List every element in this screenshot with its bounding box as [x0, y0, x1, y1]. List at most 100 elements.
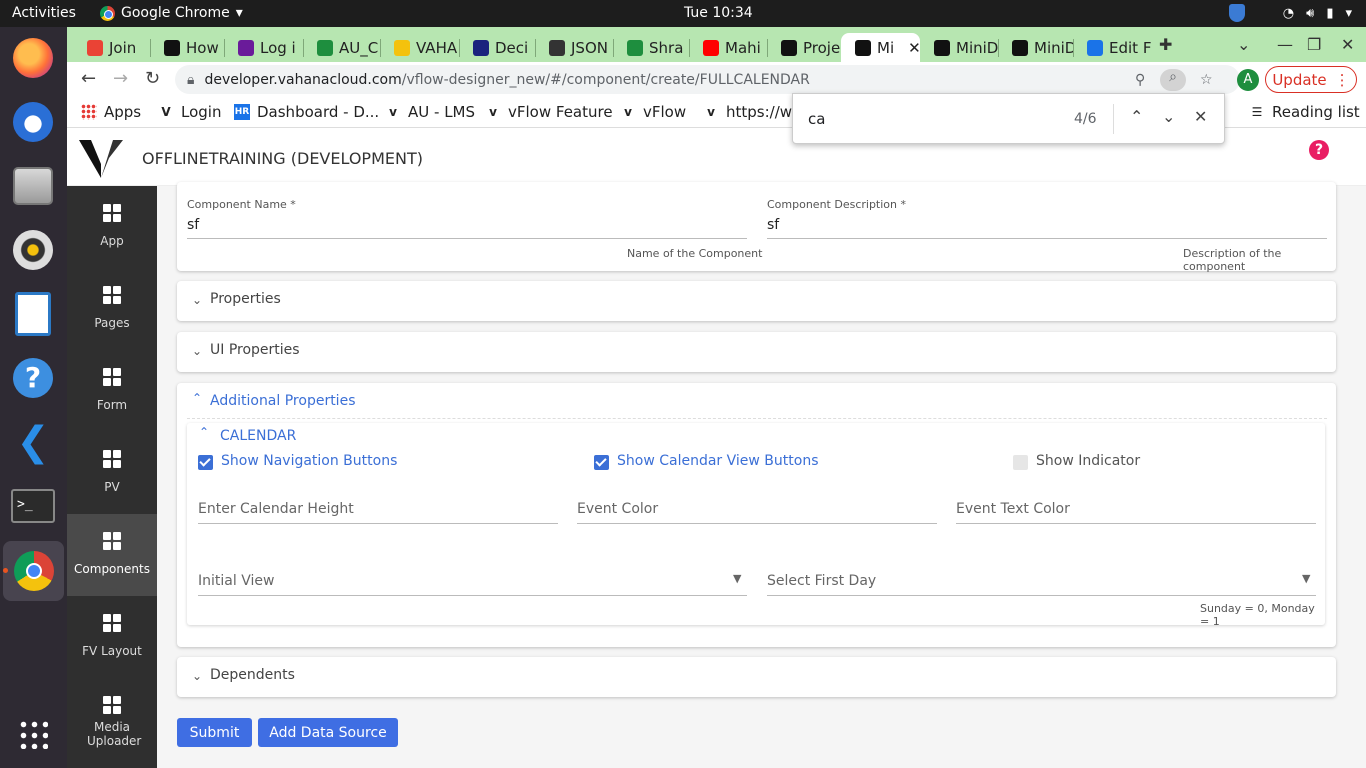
nav-item-form[interactable]: Form: [67, 350, 157, 432]
bookmark-label: vFlow: [643, 103, 687, 121]
edit-icon: [1087, 39, 1103, 56]
thunderbird-launcher[interactable]: [10, 99, 56, 145]
show-nav-buttons-label[interactable]: Show Navigation Buttons: [221, 453, 397, 469]
browser-tab[interactable]: Deci: [459, 33, 535, 62]
update-button[interactable]: Update ⋮: [1265, 66, 1357, 93]
dropdown-arrow-icon[interactable]: ▼: [1302, 572, 1310, 585]
show-view-buttons-checkbox[interactable]: [594, 455, 609, 470]
update-label: Update: [1272, 70, 1327, 89]
browser-tab[interactable]: Proje: [767, 33, 841, 62]
chrome-launcher[interactable]: [3, 541, 64, 601]
browser-tab-label: Shra: [649, 38, 684, 57]
show-view-buttons-label[interactable]: Show Calendar View Buttons: [617, 453, 819, 469]
submit-button[interactable]: Submit: [177, 718, 252, 747]
browser-tab[interactable]: AU_C: [303, 33, 380, 62]
dependents-panel[interactable]: ⌄ Dependents: [177, 657, 1336, 697]
chevron-down-icon[interactable]: ⌄: [1162, 107, 1175, 126]
nav-item-pages[interactable]: Pages: [67, 268, 157, 350]
help-icon[interactable]: ?: [1309, 140, 1329, 160]
properties-panel[interactable]: ⌄ Properties: [177, 281, 1336, 321]
nav-item-components[interactable]: Components: [67, 514, 157, 596]
browser-tab[interactable]: Mahi: [689, 33, 767, 62]
additional-properties-title[interactable]: Additional Properties: [210, 393, 355, 409]
tab-search-icon[interactable]: ⌄: [1237, 35, 1250, 54]
browser-tab[interactable]: MiniD: [998, 33, 1073, 62]
browser-tab[interactable]: Shra: [613, 33, 689, 62]
back-icon[interactable]: ←: [81, 68, 96, 89]
browser-tab[interactable]: Log i: [224, 33, 303, 62]
files-launcher[interactable]: [10, 163, 56, 209]
browser-tab[interactable]: Join: [73, 33, 150, 62]
component-desc-field[interactable]: sf: [767, 217, 779, 233]
browser-tab[interactable]: MiniD: [920, 33, 998, 62]
bookmark-au-lms[interactable]: v AU - LMS: [385, 103, 475, 121]
browser-tab-label: JSON: [571, 38, 608, 57]
find-bar: ca 4/6 ⌃ ⌄ ✕: [792, 93, 1225, 144]
bookmark-dashboard[interactable]: HR Dashboard - D...: [234, 103, 379, 121]
dropdown-arrow-icon[interactable]: ▼: [733, 572, 741, 585]
initial-view-select[interactable]: Initial View: [198, 573, 274, 589]
find-icon[interactable]: ⌕: [1160, 68, 1186, 91]
nav-item-app[interactable]: App: [67, 186, 157, 268]
bookmark-login[interactable]: V Login: [158, 103, 221, 121]
vscode-launcher[interactable]: ❮: [10, 419, 56, 465]
browser-tab[interactable]: Edit F: [1073, 33, 1155, 62]
shield-icon[interactable]: [1228, 4, 1245, 22]
main-content: Component Name * sf Name of the Componen…: [157, 182, 1366, 768]
bookmark-apps[interactable]: Apps: [81, 103, 141, 121]
nav-item-media-uploader[interactable]: Media Uploader: [67, 678, 157, 760]
minimize-icon[interactable]: —: [1277, 35, 1293, 54]
rhythmbox-launcher[interactable]: [10, 227, 56, 273]
clock[interactable]: Tue 10:34: [684, 5, 753, 21]
grid-icon: [103, 614, 121, 632]
show-apps-button[interactable]: [10, 711, 56, 757]
address-bar[interactable]: 🔒︎ developer.vahanacloud.com /vflow-desi…: [175, 65, 1240, 94]
browser-tab[interactable]: JSON: [535, 33, 613, 62]
event-color-input[interactable]: Event Color: [577, 501, 658, 517]
log-icon: [238, 39, 254, 56]
browser-toolbar: ← → ↻ 🔒︎ developer.vahanacloud.com /vflo…: [67, 62, 1366, 96]
new-tab-button[interactable]: ✚: [1159, 35, 1172, 54]
close-tab-icon[interactable]: ✕: [908, 39, 920, 57]
profile-avatar[interactable]: A: [1237, 69, 1259, 91]
reload-icon[interactable]: ↻: [145, 68, 160, 89]
component-name-field[interactable]: sf: [187, 217, 199, 233]
bookmark-vflow[interactable]: v vFlow: [620, 103, 686, 121]
activities-button[interactable]: Activities: [12, 5, 76, 21]
dependents-title: Dependents: [210, 667, 295, 683]
forward-icon[interactable]: →: [113, 68, 128, 89]
component-info-card: Component Name * sf Name of the Componen…: [177, 182, 1336, 273]
calendar-title[interactable]: CALENDAR: [220, 428, 296, 444]
firefox-launcher[interactable]: [10, 35, 56, 81]
ui-properties-panel[interactable]: ⌄ UI Properties: [177, 332, 1336, 372]
close-icon[interactable]: ✕: [1194, 107, 1207, 126]
browser-tab[interactable]: How: [150, 33, 224, 62]
show-indicator-label[interactable]: Show Indicator: [1036, 453, 1140, 469]
calendar-height-input[interactable]: Enter Calendar Height: [198, 501, 354, 517]
writer-launcher[interactable]: [10, 291, 56, 337]
location-icon[interactable]: ⚲: [1135, 72, 1145, 88]
browser-tab[interactable]: VAHA: [380, 33, 459, 62]
app-menu[interactable]: Google Chrome ▾: [100, 5, 243, 21]
show-nav-buttons-checkbox[interactable]: [198, 455, 213, 470]
browser-tab[interactable]: Mi ✕: [841, 33, 920, 62]
show-indicator-checkbox[interactable]: [1013, 455, 1028, 470]
help-launcher[interactable]: ?: [10, 355, 56, 401]
chevron-up-icon[interactable]: ⌃: [192, 391, 202, 405]
bookmark-star-icon[interactable]: ☆: [1200, 72, 1213, 88]
nav-item-fv-layout[interactable]: FV Layout: [67, 596, 157, 678]
add-data-source-button[interactable]: Add Data Source: [258, 718, 398, 747]
system-tray[interactable]: ◔ 🔊︎ ▮ ▾: [1228, 4, 1352, 22]
first-day-select[interactable]: Select First Day: [767, 573, 876, 589]
close-window-icon[interactable]: ✕: [1341, 35, 1354, 54]
nav-item-pv[interactable]: PV: [67, 432, 157, 514]
find-input[interactable]: ca: [808, 110, 825, 128]
reading-list[interactable]: ☰ Reading list: [1249, 103, 1360, 121]
chevron-up-icon[interactable]: ⌃: [199, 425, 209, 439]
maximize-icon[interactable]: ❐: [1307, 35, 1321, 54]
chevron-up-icon[interactable]: ⌃: [1130, 107, 1143, 126]
terminal-launcher[interactable]: >_: [10, 483, 56, 529]
event-text-color-input[interactable]: Event Text Color: [956, 501, 1070, 517]
bookmark-https[interactable]: v https://w: [703, 103, 792, 121]
bookmark-vflow-feature[interactable]: v vFlow Feature: [485, 103, 613, 121]
